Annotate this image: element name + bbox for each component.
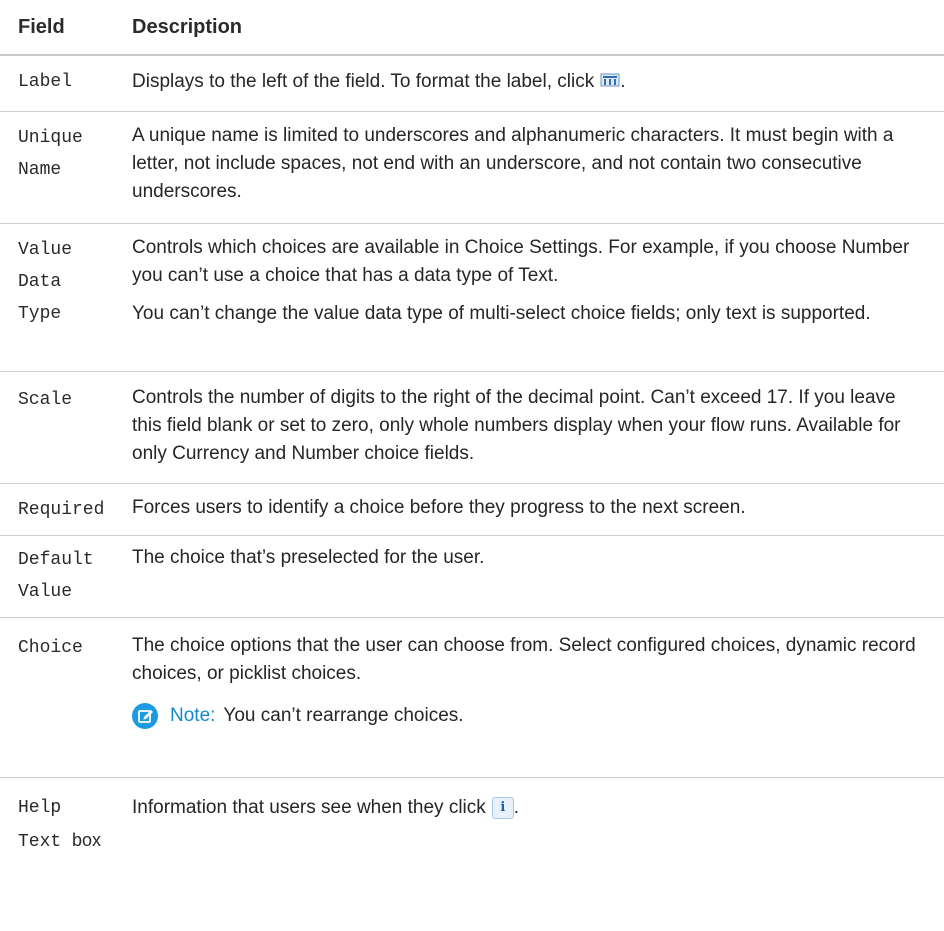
table-row: Value Data Type Controls which choices a… xyxy=(0,224,944,372)
field-description: Forces users to identify a choice before… xyxy=(132,497,746,518)
field-description: A unique name is limited to underscores … xyxy=(132,125,894,202)
table-row: Choice The choice options that the user … xyxy=(0,618,944,778)
note-label: Note: xyxy=(170,705,216,726)
table-row: Help Text box Information that users see… xyxy=(0,778,944,868)
field-name: Help Text box xyxy=(18,798,102,852)
field-description: Displays to the left of the field. To fo… xyxy=(132,66,944,111)
field-description: Information that users see when they cli… xyxy=(132,796,520,819)
field-description: The choice options that the user can cho… xyxy=(132,632,944,777)
field-name: Default Value xyxy=(18,550,94,602)
field-name: Scale xyxy=(18,390,73,410)
info-icon[interactable]: i xyxy=(491,796,514,819)
table-header: Field Description xyxy=(0,0,944,56)
field-description-table: Field Description Label Displays to the … xyxy=(0,0,944,868)
field-description: Controls which choices are available in … xyxy=(132,237,910,324)
table-row: Required Forces users to identify a choi… xyxy=(0,484,944,536)
field-description: Controls the number of digits to the rig… xyxy=(132,387,901,464)
table-row: Scale Controls the number of digits to t… xyxy=(0,372,944,484)
note-pencil-icon xyxy=(132,703,158,729)
field-name: Value Data Type xyxy=(18,240,73,324)
table-row: Default Value The choice that’s preselec… xyxy=(0,536,944,618)
field-name: Label xyxy=(18,72,73,92)
format-columns-icon[interactable] xyxy=(600,66,620,98)
header-field: Field xyxy=(18,15,65,38)
table-row: Unique Name A unique name is limited to … xyxy=(0,112,944,224)
field-description: The choice that’s preselected for the us… xyxy=(132,547,485,568)
note-text: You can’t rearrange choices. xyxy=(223,705,464,726)
table-row: Label Displays to the left of the field.… xyxy=(0,56,944,112)
field-name: Choice xyxy=(18,638,83,658)
header-description: Description xyxy=(132,15,243,38)
field-name: Required xyxy=(18,500,105,520)
note-callout: Note: You can’t rearrange choices. xyxy=(132,702,926,730)
field-name: Unique Name xyxy=(18,128,83,180)
